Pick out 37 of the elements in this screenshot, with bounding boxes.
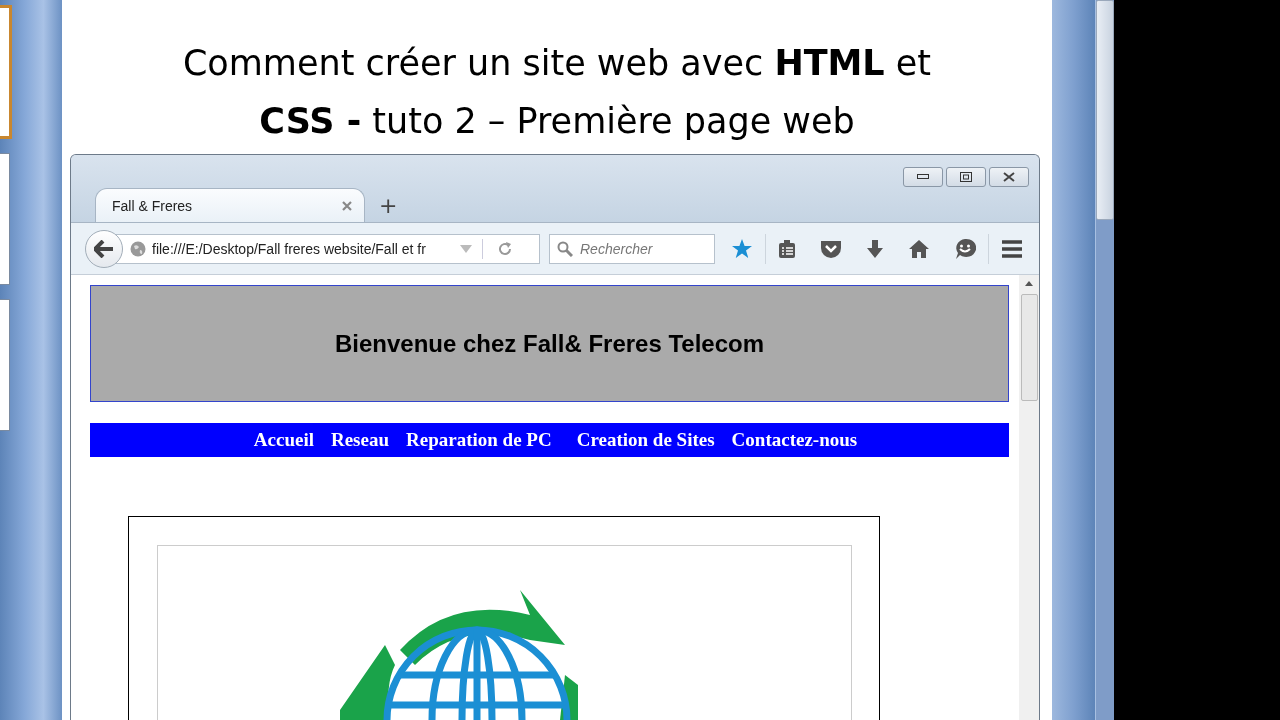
maximize-button[interactable] <box>946 167 986 187</box>
maximize-icon <box>960 172 972 182</box>
chat-smiley-icon[interactable] <box>954 237 976 260</box>
home-icon[interactable] <box>908 238 930 259</box>
nav-link[interactable]: Creation de Sites <box>576 429 715 451</box>
new-tab-button[interactable]: + <box>373 188 404 222</box>
nav-link[interactable]: Reseau <box>330 429 389 451</box>
bookmark-star-icon[interactable] <box>731 237 753 260</box>
search-icon <box>557 240 573 257</box>
back-arrow-icon <box>94 239 114 258</box>
minimize-icon <box>917 174 929 180</box>
back-button[interactable] <box>85 229 123 268</box>
header-title: Bienvenue chez Fall& Freres Telecom <box>334 329 764 358</box>
pocket-icon[interactable] <box>820 238 842 259</box>
browser-tab[interactable]: Fall & Freres <box>95 188 365 222</box>
globe-icon <box>130 240 146 257</box>
nav-link[interactable]: Contactez-nous <box>731 429 858 451</box>
slide-title: CSS - tuto 2 – Première page web <box>259 100 855 143</box>
minimize-button[interactable] <box>903 167 943 187</box>
close-button[interactable] <box>989 167 1029 187</box>
reload-icon[interactable] <box>497 240 513 257</box>
slide-thumbnail[interactable] <box>0 299 10 431</box>
close-icon <box>1003 172 1015 182</box>
address-bar[interactable]: file:///E:/Desktop/Fall freres website/Fall et fr <box>115 233 540 264</box>
download-arrow-icon[interactable] <box>866 238 884 259</box>
menu-icon[interactable] <box>1001 239 1023 258</box>
page-scrollbar[interactable] <box>1019 275 1039 720</box>
slide-scrollbar[interactable] <box>1095 0 1114 720</box>
close-tab-icon[interactable] <box>342 200 352 211</box>
nav-link[interactable]: Accueil <box>253 429 314 451</box>
clipboard-list-icon[interactable] <box>778 238 796 259</box>
url-text: file:///E:/Desktop/Fall freres website/Fall et fr <box>152 240 427 257</box>
nav-link[interactable]: Reparation de PC <box>406 429 552 451</box>
search-field[interactable]: Rechercher <box>549 233 715 264</box>
slide-thumbnail[interactable] <box>0 5 12 139</box>
slide-title: Comment créer un site web avec HTML et <box>182 42 932 85</box>
slide-thumbnail[interactable] <box>0 153 10 285</box>
